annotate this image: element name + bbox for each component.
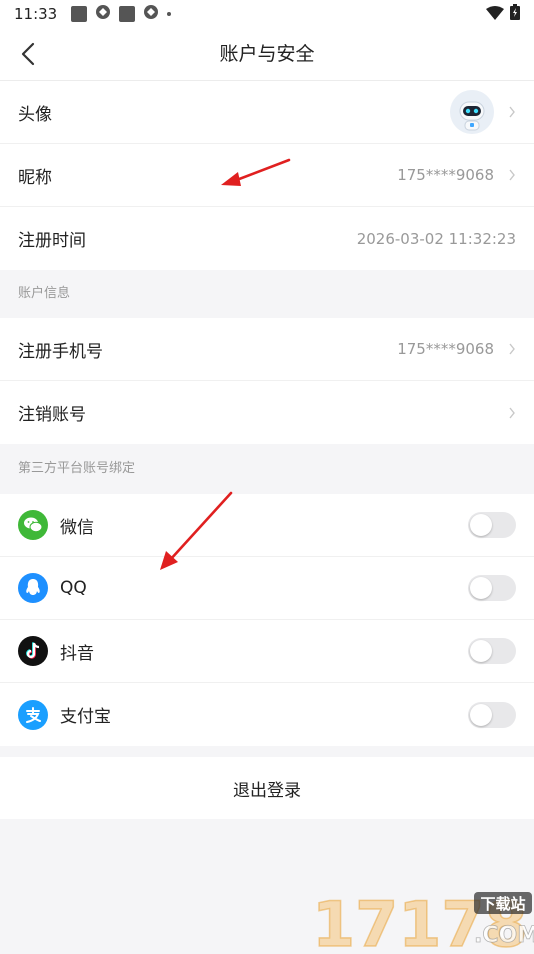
chevron-right-icon	[509, 343, 515, 355]
third-party-header: 第三方平台账号绑定	[18, 461, 136, 476]
account-info-group: 注册手机号 175****9068 注销账号	[0, 318, 534, 444]
third-party-label: 抖音	[60, 643, 94, 664]
chevron-right-icon	[509, 407, 515, 418]
third-party-label: 微信	[60, 517, 94, 538]
alipay-icon	[18, 699, 48, 730]
register-time-label: 注册时间	[18, 231, 86, 251]
toggle-knob	[470, 703, 492, 726]
third-party-label: QQ	[60, 578, 87, 598]
back-button[interactable]	[12, 38, 44, 70]
douyin-bind-toggle[interactable]	[468, 638, 516, 664]
account-info-header: 账户信息	[18, 286, 71, 301]
douyin-icon	[18, 636, 48, 666]
battery-icon	[510, 4, 520, 24]
cancel-account-row[interactable]: 注销账号	[0, 381, 534, 444]
chevron-right-icon	[509, 169, 515, 181]
nickname-label: 昵称	[18, 167, 52, 188]
third-party-row-wechat: 微信	[0, 494, 534, 557]
qq-icon	[18, 573, 48, 603]
phone-value: 175****9068	[397, 340, 494, 358]
watermark-tag: 下载站	[480, 895, 525, 913]
robot-avatar-icon	[450, 90, 494, 134]
nickname-value: 175****9068	[397, 166, 494, 184]
toggle-knob	[470, 640, 492, 662]
status-bar: 11:33	[0, 0, 534, 28]
alipay-bind-toggle[interactable]	[468, 701, 516, 728]
back-arrow-icon	[21, 42, 35, 66]
nav-bar: 账户与安全	[0, 28, 534, 81]
wifi-icon	[486, 5, 504, 24]
wechat-bind-toggle[interactable]	[468, 512, 516, 538]
chevron-right-icon	[509, 106, 515, 118]
logout-button[interactable]: 退出登录	[0, 757, 534, 819]
avatar-label: 头像	[18, 104, 52, 125]
third-party-label: 支付宝	[60, 707, 111, 727]
register-time-row: 注册时间 2026-03-02 11:32:23	[0, 207, 534, 270]
profile-group: 头像 昵称 175****9068 注册时间 2026-03-02 11:32:…	[0, 81, 534, 270]
phone-label: 注册手机号	[18, 341, 103, 362]
watermark-domain: .COM	[474, 923, 534, 948]
notification-icon	[71, 6, 88, 22]
sync-icon	[143, 4, 159, 24]
third-party-row-alipay: 支付宝	[0, 683, 534, 746]
nickname-row[interactable]: 昵称 175****9068	[0, 144, 534, 207]
watermark-logo: 17178 下载站 .COM	[311, 887, 534, 954]
site-watermark: 17178 下载站 .COM	[311, 887, 534, 954]
cancel-account-label: 注销账号	[18, 405, 86, 425]
phone-row[interactable]: 注册手机号 175****9068	[0, 318, 534, 381]
wechat-icon	[18, 510, 48, 540]
notification-icon	[119, 6, 136, 22]
status-time: 11:33	[14, 5, 58, 23]
third-party-row-qq: QQ	[0, 557, 534, 620]
avatar-row[interactable]: 头像	[0, 81, 534, 144]
register-time-value: 2026-03-02 11:32:23	[356, 229, 516, 248]
qq-bind-toggle[interactable]	[468, 575, 516, 601]
toggle-knob	[470, 514, 492, 536]
avatar[interactable]	[450, 90, 494, 134]
third-party-group: 微信 QQ 抖音 支付宝	[0, 494, 534, 746]
page-title: 账户与安全	[219, 43, 315, 65]
more-notifications-icon	[167, 12, 172, 16]
sync-icon	[95, 4, 111, 24]
third-party-row-douyin: 抖音	[0, 620, 534, 683]
toggle-knob	[470, 577, 492, 599]
